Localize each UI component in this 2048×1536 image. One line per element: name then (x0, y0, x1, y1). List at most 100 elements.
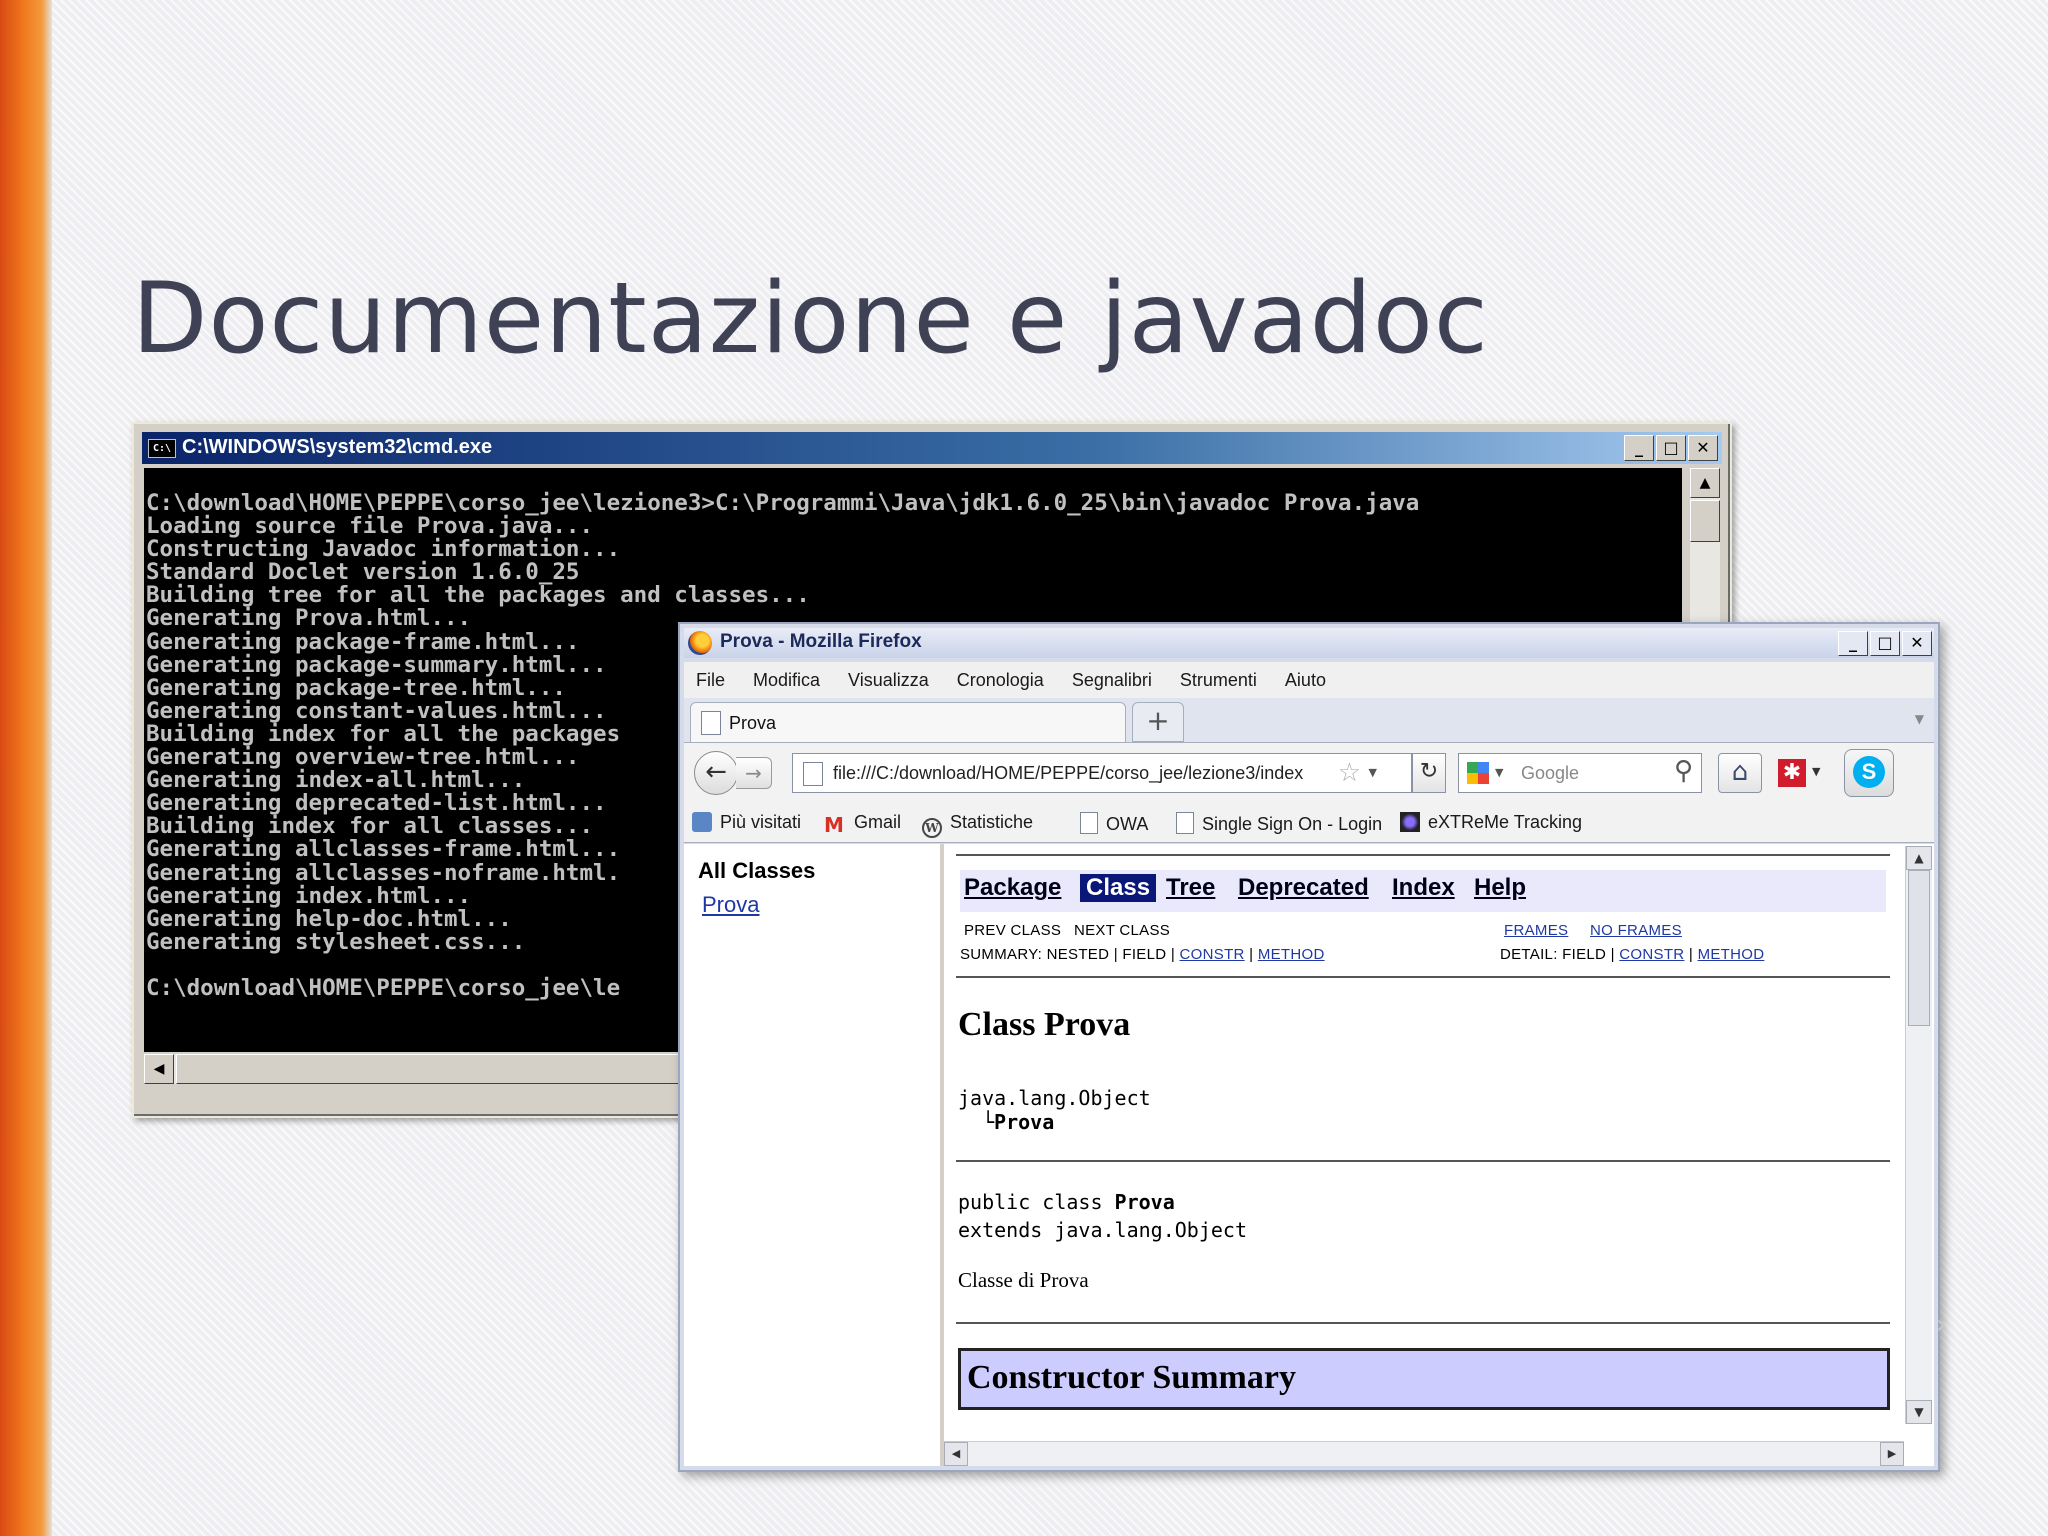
new-tab-button[interactable]: + (1132, 702, 1184, 742)
back-button[interactable]: ← (694, 751, 738, 795)
menu-modifica[interactable]: Modifica (753, 670, 820, 691)
maximize-button[interactable]: □ (1656, 435, 1686, 461)
search-engine-chevron-down-icon[interactable]: ▼ (1495, 766, 1503, 779)
summary-method-link[interactable]: METHOD (1258, 946, 1325, 963)
page-vertical-scrollbar[interactable]: ▲ ▼ (1905, 846, 1932, 1424)
gmail-icon: M (824, 813, 844, 837)
minimize-button[interactable]: _ (1624, 435, 1654, 461)
bookmarks-toolbar: Più visitati M Gmail W Statistiche OWA Sin… (684, 804, 1934, 843)
bookmark-extreme-tracking[interactable]: eXTReMe Tracking (1400, 812, 1582, 836)
next-slide-chevron-icon[interactable]: › (1936, 1310, 1946, 1340)
scroll-right-arrow-icon[interactable]: ▶ (1880, 1442, 1904, 1466)
scroll-down-arrow-icon[interactable]: ▼ (1906, 1400, 1932, 1424)
summary-links: SUMMARY: NESTED | FIELD | CONSTR | METHO… (960, 946, 1325, 963)
bookmark-single-sign-on[interactable]: Single Sign On - Login (1176, 812, 1382, 836)
minimize-button[interactable]: _ (1838, 631, 1868, 656)
bookmark-label: Più visitati (720, 812, 802, 832)
url-bar[interactable]: file:///C:/download/HOME/PEPPE/corso_jee… (792, 753, 1412, 793)
google-icon[interactable] (1467, 762, 1489, 784)
menu-visualizza[interactable]: Visualizza (848, 670, 929, 691)
javadoc-navbar: Package Class Tree Deprecated Index Help (960, 870, 1886, 912)
scroll-up-arrow-icon[interactable]: ▲ (1906, 846, 1932, 870)
constructor-summary-title: Constructor Summary (967, 1359, 1296, 1396)
forward-button[interactable]: → (736, 757, 772, 789)
class-link-prova[interactable]: Prova (702, 892, 759, 918)
menu-segnalibri[interactable]: Segnalibri (1072, 670, 1152, 691)
scroll-up-arrow-icon[interactable]: ▲ (1690, 468, 1720, 498)
bookmark-owa[interactable]: OWA (1080, 812, 1148, 836)
firefox-window-controls: _ □ ✕ (1838, 631, 1932, 656)
scroll-left-arrow-icon[interactable]: ◀ (144, 1054, 174, 1084)
wordpress-icon: W (922, 818, 942, 838)
cmd-titlebar[interactable]: C:\ C:\WINDOWS\system32\cmd.exe _ □ ✕ (142, 432, 1722, 464)
summary-constr-link[interactable]: CONSTR (1180, 946, 1245, 963)
search-box[interactable]: ▼ Google ⚲ (1458, 753, 1702, 793)
inheritance-child: Prova (994, 1110, 1055, 1134)
close-button[interactable]: ✕ (1902, 631, 1932, 656)
skype-button[interactable]: S (1844, 749, 1894, 797)
skype-icon: S (1853, 756, 1885, 788)
cmd-line: Loading source file Prova.java... (146, 513, 594, 540)
tab-label: Prova (729, 713, 777, 733)
maximize-button[interactable]: □ (1870, 631, 1900, 656)
cmd-window-title: C:\WINDOWS\system32\cmd.exe (182, 436, 493, 458)
class-extends: extends java.lang.Object (958, 1218, 1247, 1242)
bookmark-piu-visitati[interactable]: Più visitati (692, 812, 801, 836)
menu-file[interactable]: File (696, 670, 725, 691)
bookmark-star-icon[interactable]: ☆ (1338, 758, 1361, 788)
divider (956, 1322, 1890, 1324)
slide-title: Documentazione e javadoc (132, 262, 1489, 376)
declaration-prefix: public class (958, 1190, 1115, 1214)
extension-icon[interactable]: ✱ (1778, 759, 1806, 787)
detail-method-link[interactable]: METHOD (1698, 946, 1765, 963)
nav-tree[interactable]: Tree (1166, 874, 1215, 902)
nav-index[interactable]: Index (1392, 874, 1455, 902)
nav-help[interactable]: Help (1474, 874, 1526, 902)
menu-aiuto[interactable]: Aiuto (1285, 670, 1326, 691)
extension-chevron-down-icon[interactable]: ▼ (1812, 765, 1820, 778)
extension-button[interactable]: ✱ ▼ (1774, 753, 1830, 793)
url-history-chevron-down-icon[interactable]: ▼ (1369, 766, 1377, 779)
inheritance-tree: └Prova (982, 1110, 1055, 1134)
declaration-class: Prova (1114, 1190, 1175, 1214)
reload-button[interactable]: ↻ (1412, 753, 1446, 793)
tab-prova[interactable]: Prova (690, 702, 1126, 742)
next-class: NEXT CLASS (1074, 922, 1171, 939)
firefox-window-title: Prova - Mozilla Firefox (720, 631, 922, 652)
menu-bar: File Modifica Visualizza Cronologia Segn… (684, 662, 1934, 698)
slide-accent-bar (0, 0, 52, 1536)
firefox-window[interactable]: Prova - Mozilla Firefox _ □ ✕ File Modif… (678, 622, 1940, 1472)
scroll-thumb[interactable] (1908, 870, 1930, 1026)
detail-constr-link[interactable]: CONSTR (1619, 946, 1684, 963)
bookmark-gmail[interactable]: M Gmail (824, 812, 902, 837)
summary-label: SUMMARY: NESTED | FIELD | (960, 946, 1176, 963)
class-heading: Class Prova (958, 1006, 1131, 1043)
page-icon (1176, 812, 1194, 834)
class-declaration: public class Prova (958, 1190, 1175, 1214)
no-frames-link[interactable]: NO FRAMES (1590, 922, 1682, 939)
constructor-summary-header: Constructor Summary (958, 1348, 1890, 1410)
search-input[interactable]: Google (1521, 763, 1579, 784)
nav-deprecated[interactable]: Deprecated (1238, 874, 1369, 902)
close-button[interactable]: ✕ (1688, 435, 1718, 461)
page-icon (1080, 812, 1098, 834)
frames-link[interactable]: FRAMES (1504, 922, 1568, 939)
divider (956, 1160, 1890, 1162)
cmd-window-controls: _ □ ✕ (1624, 435, 1718, 461)
page-horizontal-scrollbar[interactable]: ◀ ▶ (944, 1441, 1904, 1466)
nav-package[interactable]: Package (964, 874, 1061, 902)
firefox-titlebar[interactable]: Prova - Mozilla Firefox _ □ ✕ (684, 628, 1934, 658)
scroll-left-arrow-icon[interactable]: ◀ (944, 1442, 968, 1466)
search-icon[interactable]: ⚲ (1674, 756, 1693, 786)
class-description: Classe di Prova (958, 1268, 1089, 1292)
inheritance-parent: java.lang.Object (958, 1086, 1151, 1110)
menu-cronologia[interactable]: Cronologia (957, 670, 1044, 691)
bookmark-label: Gmail (854, 812, 902, 832)
home-button[interactable]: ⌂ (1718, 753, 1762, 793)
tab-list-chevron-down-icon[interactable]: ▼ (1915, 712, 1924, 726)
bookmark-statistiche[interactable]: W Statistiche (922, 812, 1033, 838)
prev-class: PREV CLASS (964, 922, 1062, 939)
scroll-thumb[interactable] (1690, 500, 1720, 542)
url-text[interactable]: file:///C:/download/HOME/PEPPE/corso_jee… (833, 763, 1303, 784)
menu-strumenti[interactable]: Strumenti (1180, 670, 1257, 691)
